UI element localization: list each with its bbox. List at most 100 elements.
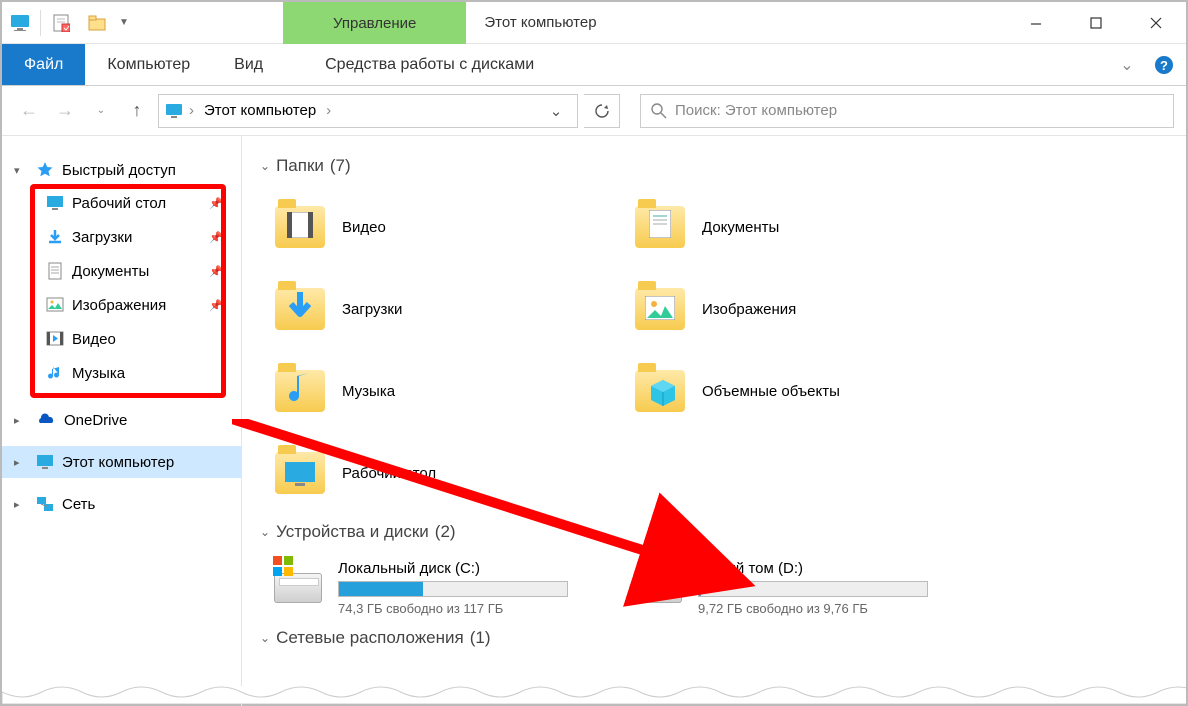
qat-properties-icon[interactable]: [43, 2, 79, 44]
nav-recent-dropdown[interactable]: ⌄: [86, 96, 116, 126]
refresh-button[interactable]: [584, 94, 620, 128]
drive-name: Новый том (D:): [698, 560, 966, 577]
section-title: Папки: [276, 156, 324, 176]
torn-edge-decoration: [2, 686, 1186, 704]
sidebar-item-onedrive[interactable]: ▸ OneDrive: [2, 404, 241, 436]
folder-label: Видео: [342, 219, 386, 236]
picture-icon: [46, 296, 64, 314]
document-icon: [46, 262, 64, 280]
nav-back-button[interactable]: ←: [14, 96, 44, 126]
music-overlay-icon: [289, 372, 313, 408]
pin-icon: 📌: [209, 197, 223, 210]
sidebar-item-desktop[interactable]: Рабочий стол 📌: [2, 186, 241, 220]
folder-documents[interactable]: Документы: [620, 186, 980, 268]
close-button[interactable]: [1126, 2, 1186, 44]
help-icon[interactable]: ?: [1142, 44, 1186, 85]
nav-forward-button[interactable]: →: [50, 96, 80, 126]
pin-icon: 📌: [209, 231, 223, 244]
sidebar-label: Видео: [72, 331, 116, 348]
folder-label: Загрузки: [342, 301, 402, 318]
sidebar-item-network[interactable]: ▸ Сеть: [2, 488, 241, 520]
music-icon: [46, 364, 64, 382]
sidebar-label: Рабочий стол: [72, 195, 166, 212]
nav-up-button[interactable]: ↑: [122, 96, 152, 126]
chevron-down-icon[interactable]: ⌄: [260, 631, 270, 645]
pin-icon: 📌: [209, 299, 223, 312]
drive-d[interactable]: Новый том (D:) 9,72 ГБ свободно из 9,76 …: [620, 552, 980, 624]
drive-icon: [634, 573, 682, 603]
search-placeholder: Поиск: Этот компьютер: [675, 102, 837, 119]
maximize-button[interactable]: [1066, 2, 1126, 44]
document-overlay-icon: [649, 210, 671, 238]
sidebar-item-music[interactable]: Музыка: [2, 356, 241, 390]
ribbon-tab-file[interactable]: Файл: [2, 44, 85, 85]
chevron-right-icon[interactable]: ▸: [14, 414, 28, 427]
sidebar-label: Этот компьютер: [62, 454, 174, 471]
sidebar-item-videos[interactable]: Видео: [2, 322, 241, 356]
drive-c[interactable]: Локальный диск (C:) 74,3 ГБ свободно из …: [260, 552, 620, 624]
content-pane: ⌄ Папки (7) Видео Документы Загрузки: [242, 136, 1186, 706]
breadcrumb-item[interactable]: Этот компьютер: [200, 102, 320, 119]
contextual-tab-manage[interactable]: Управление: [283, 2, 466, 44]
section-count: (1): [470, 628, 491, 648]
section-count: (7): [330, 156, 351, 176]
sidebar-item-downloads[interactable]: Загрузки 📌: [2, 220, 241, 254]
qat-new-folder-icon[interactable]: [79, 2, 115, 44]
sidebar-label: Музыка: [72, 365, 125, 382]
ribbon-collapse-icon[interactable]: ⌄: [1112, 44, 1142, 85]
network-icon: [36, 496, 54, 512]
section-header-devices[interactable]: ⌄ Устройства и диски (2): [260, 522, 1176, 542]
onedrive-icon: [36, 413, 56, 427]
folder-label: Объемные объекты: [702, 383, 840, 400]
chevron-down-icon[interactable]: ⌄: [260, 159, 270, 173]
address-bar: ← → ⌄ ↑ › Этот компьютер › ⌄ Поиск: Этот…: [2, 86, 1186, 136]
navigation-pane: ▾ Быстрый доступ Рабочий стол 📌 Загрузки…: [2, 136, 242, 706]
chevron-right-icon[interactable]: ▸: [14, 498, 28, 511]
sidebar-label: Быстрый доступ: [62, 162, 176, 179]
address-dropdown-icon[interactable]: ⌄: [541, 102, 571, 120]
chevron-down-icon[interactable]: ⌄: [260, 525, 270, 539]
folder-3d-objects[interactable]: Объемные объекты: [620, 350, 980, 432]
qat-system-icon[interactable]: [2, 2, 38, 44]
desktop-icon: [46, 194, 64, 212]
ribbon-tab-computer[interactable]: Компьютер: [85, 44, 212, 85]
pin-icon: 📌: [209, 265, 223, 278]
chevron-right-icon[interactable]: ▸: [14, 456, 28, 469]
folder-label: Документы: [702, 219, 779, 236]
minimize-button[interactable]: [1006, 2, 1066, 44]
breadcrumb-bar[interactable]: › Этот компьютер › ⌄: [158, 94, 578, 128]
this-pc-icon: [36, 454, 54, 470]
chevron-down-icon[interactable]: ▾: [14, 164, 28, 177]
section-title: Устройства и диски: [276, 522, 429, 542]
svg-text:?: ?: [1160, 58, 1168, 73]
section-header-folders[interactable]: ⌄ Папки (7): [260, 156, 1176, 176]
sidebar-item-documents[interactable]: Документы 📌: [2, 254, 241, 288]
sidebar-label: Изображения: [72, 297, 166, 314]
sidebar-label: Сеть: [62, 496, 95, 513]
drive-free-text: 9,72 ГБ свободно из 9,76 ГБ: [698, 601, 966, 616]
folder-desktop[interactable]: Рабочий стол: [260, 432, 620, 514]
download-overlay-icon: [285, 290, 315, 326]
sidebar-label: Документы: [72, 263, 149, 280]
section-header-network-locations[interactable]: ⌄ Сетевые расположения (1): [260, 628, 1176, 648]
ribbon-tab-drive-tools[interactable]: Средства работы с дисками: [303, 44, 556, 85]
sidebar-item-pictures[interactable]: Изображения 📌: [2, 288, 241, 322]
section-title: Сетевые расположения: [276, 628, 464, 648]
search-input[interactable]: Поиск: Этот компьютер: [640, 94, 1174, 128]
folder-pictures[interactable]: Изображения: [620, 268, 980, 350]
folder-videos[interactable]: Видео: [260, 186, 620, 268]
folder-music[interactable]: Музыка: [260, 350, 620, 432]
ribbon: Файл Компьютер Вид Средства работы с дис…: [2, 44, 1186, 86]
picture-overlay-icon: [645, 296, 675, 320]
ribbon-tab-view[interactable]: Вид: [212, 44, 285, 85]
sidebar-item-quick-access[interactable]: ▾ Быстрый доступ: [2, 154, 241, 186]
this-pc-icon: [165, 103, 183, 119]
sidebar-item-this-pc[interactable]: ▸ Этот компьютер: [2, 446, 241, 478]
video-icon: [46, 330, 64, 348]
folder-downloads[interactable]: Загрузки: [260, 268, 620, 350]
qat-dropdown-icon[interactable]: ▼: [115, 2, 133, 44]
video-overlay-icon: [287, 212, 313, 238]
download-icon: [46, 228, 64, 246]
explorer-window: ▼ Управление Этот компьютер Файл Компьют…: [0, 0, 1188, 706]
cube-overlay-icon: [649, 380, 677, 410]
